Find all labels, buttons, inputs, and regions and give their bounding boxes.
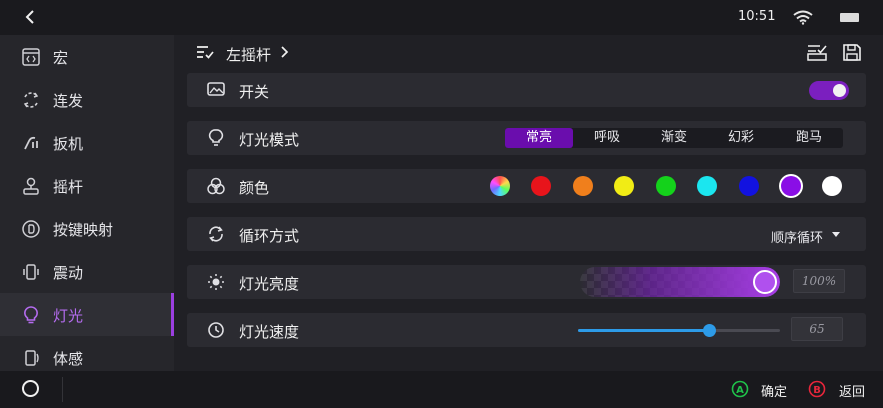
light-mode-label: 灯光模式 bbox=[239, 131, 300, 149]
sidebar-item-lighting[interactable]: 灯光 bbox=[0, 293, 174, 336]
sidebar-item-label: 震动 bbox=[53, 264, 84, 282]
light-switch-toggle[interactable] bbox=[809, 81, 849, 100]
checklist-icon bbox=[197, 46, 214, 59]
trigger-icon bbox=[24, 136, 38, 150]
back-arrow-icon[interactable] bbox=[22, 8, 40, 26]
brightness-row: 灯光亮度 100% bbox=[187, 265, 866, 299]
light-mode-segmented-control: 常亮 呼吸 渐变 幻彩 跑马 bbox=[505, 128, 843, 148]
a-button-icon: A bbox=[731, 380, 749, 398]
code-window-icon bbox=[22, 48, 40, 66]
apply-checklist-icon[interactable] bbox=[806, 43, 828, 62]
sidebar-item-trigger[interactable]: 扳机 bbox=[0, 121, 174, 164]
color-swatch-yellow[interactable] bbox=[614, 176, 634, 196]
sidebar-item-label: 宏 bbox=[53, 49, 69, 67]
sidebar-item-label: 体感 bbox=[53, 350, 84, 368]
sidebar-item-macro[interactable]: 宏 bbox=[0, 35, 174, 78]
key-mapping-icon bbox=[22, 220, 40, 238]
mode-option-steady[interactable]: 常亮 bbox=[505, 128, 573, 148]
light-mode-row: 灯光模式 常亮 呼吸 渐变 幻彩 跑马 bbox=[187, 121, 866, 155]
mode-option-fantasy[interactable]: 幻彩 bbox=[707, 128, 775, 148]
status-bar: 10:51 bbox=[0, 0, 883, 35]
cycle-mode-dropdown[interactable]: 顺序循环 bbox=[771, 227, 823, 246]
clock: 10:51 bbox=[738, 9, 776, 24]
sidebar-item-label: 按键映射 bbox=[53, 221, 114, 239]
lightbulb-icon bbox=[208, 129, 224, 146]
color-swatch-red[interactable] bbox=[531, 176, 551, 196]
switch-row: 开关 bbox=[187, 73, 866, 107]
speed-slider-handle[interactable] bbox=[702, 324, 716, 337]
mode-option-breathing[interactable]: 呼吸 bbox=[573, 128, 641, 148]
divider bbox=[62, 377, 63, 402]
brightness-slider-handle[interactable] bbox=[753, 270, 777, 294]
sidebar-item-motion[interactable]: 体感 bbox=[0, 336, 174, 371]
speed-value[interactable]: 65 bbox=[791, 317, 843, 341]
color-swatch-orange[interactable] bbox=[573, 176, 593, 196]
battery-icon bbox=[840, 13, 859, 22]
color-swatch-green[interactable] bbox=[656, 176, 676, 196]
cycle-label: 循环方式 bbox=[239, 227, 300, 245]
brightness-slider[interactable] bbox=[580, 267, 780, 297]
sidebar-item-vibration[interactable]: 震动 bbox=[0, 250, 174, 293]
b-button-icon: B bbox=[808, 380, 826, 398]
speed-row: 灯光速度 65 bbox=[187, 313, 866, 347]
motion-sensing-icon bbox=[25, 350, 39, 366]
chevron-right-icon[interactable] bbox=[278, 45, 290, 59]
color-swatch-white[interactable] bbox=[822, 176, 842, 196]
sidebar-item-label: 扳机 bbox=[53, 135, 84, 153]
sidebar-item-joystick[interactable]: 摇杆 bbox=[0, 164, 174, 207]
home-circle-icon[interactable] bbox=[22, 380, 39, 397]
sidebar-item-label: 灯光 bbox=[53, 307, 84, 325]
caret-down-icon[interactable] bbox=[832, 232, 840, 237]
bottom-bar: A 确定 B 返回 bbox=[0, 371, 883, 408]
back-label[interactable]: 返回 bbox=[839, 381, 865, 400]
vibration-icon bbox=[23, 264, 39, 280]
mode-option-marquee[interactable]: 跑马 bbox=[775, 128, 843, 148]
sidebar: 宏 连发 扳机 摇杆 按键映射 震动 灯光 体感 bbox=[0, 35, 174, 371]
sidebar-item-turbo[interactable]: 连发 bbox=[0, 78, 174, 121]
clock-icon bbox=[208, 322, 224, 338]
save-icon[interactable] bbox=[842, 43, 862, 62]
sun-icon bbox=[208, 274, 224, 290]
lightbulb-icon bbox=[24, 306, 38, 324]
color-swatch-blue[interactable] bbox=[739, 176, 759, 196]
breadcrumb[interactable]: 左摇杆 bbox=[226, 44, 271, 65]
sidebar-item-label: 摇杆 bbox=[53, 178, 84, 196]
color-swatch-cyan[interactable] bbox=[697, 176, 717, 196]
switch-label: 开关 bbox=[239, 83, 270, 101]
color-row: 颜色 bbox=[187, 169, 866, 203]
cycle-row: 循环方式 顺序循环 bbox=[187, 217, 866, 251]
brightness-label: 灯光亮度 bbox=[239, 275, 300, 293]
color-swatch-purple[interactable] bbox=[781, 176, 801, 196]
brightness-value[interactable]: 100% bbox=[793, 269, 845, 293]
toggle-knob bbox=[833, 84, 846, 97]
speed-label: 灯光速度 bbox=[239, 323, 300, 341]
sidebar-item-key-mapping[interactable]: 按键映射 bbox=[0, 207, 174, 250]
confirm-label[interactable]: 确定 bbox=[761, 381, 787, 400]
b-button-letter: B bbox=[813, 385, 821, 396]
repeat-cycle-icon bbox=[23, 92, 39, 108]
sidebar-item-label: 连发 bbox=[53, 92, 84, 110]
joystick-icon bbox=[23, 177, 39, 195]
mode-option-gradient[interactable]: 渐变 bbox=[640, 128, 708, 148]
wifi-icon bbox=[793, 10, 813, 25]
color-circles-icon bbox=[207, 177, 225, 195]
speed-slider-fill bbox=[578, 329, 710, 332]
color-label: 颜色 bbox=[239, 179, 270, 197]
color-swatch-rainbow[interactable] bbox=[490, 176, 510, 196]
brightness-slider-fill bbox=[580, 267, 780, 297]
speed-slider[interactable] bbox=[578, 324, 780, 337]
cycle-arrows-icon bbox=[209, 226, 223, 242]
a-button-letter: A bbox=[736, 385, 744, 396]
image-light-icon bbox=[207, 82, 225, 96]
